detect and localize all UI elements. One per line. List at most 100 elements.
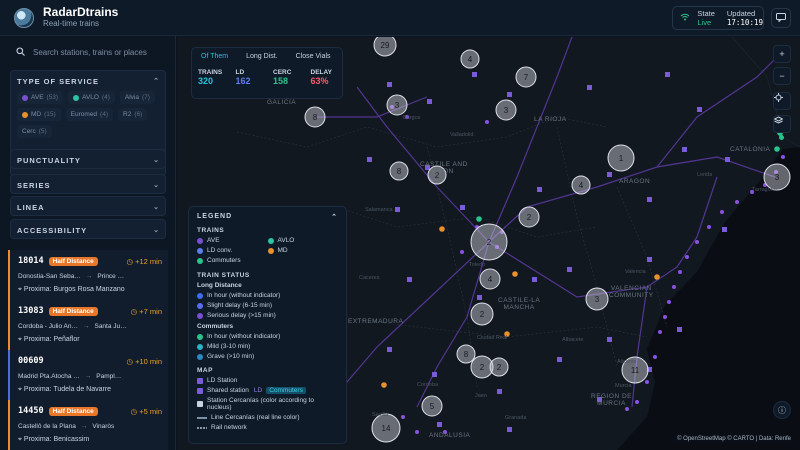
train-cluster[interactable]: 4 xyxy=(571,175,591,195)
clock-icon: ◷ xyxy=(130,406,138,416)
train-cluster[interactable]: 2 xyxy=(489,357,509,377)
rail-network-icon xyxy=(197,426,207,429)
stats-numbers: TRAINS 320 LD 162 CERC 158 DELAY 63% xyxy=(192,69,342,86)
region-label: ARAGON xyxy=(619,178,651,185)
legend-shared-station-label: Shared station xyxy=(207,387,249,394)
legend-item-label: AVE xyxy=(207,237,220,244)
city-label: Valladolid xyxy=(450,132,474,138)
arrow-right-icon: → xyxy=(85,273,93,280)
train-cluster[interactable]: 7 xyxy=(515,66,537,88)
train-cluster[interactable]: 1 xyxy=(607,144,635,172)
train-cluster[interactable]: 29 xyxy=(373,37,397,57)
legend-item-label: In hour (without indicator) xyxy=(207,333,281,340)
legend-color-dot xyxy=(197,292,203,299)
pin-icon: ⌖ xyxy=(18,286,22,293)
cluster-count: 2 xyxy=(487,238,492,247)
train-cluster[interactable]: 3 xyxy=(386,94,408,116)
train-cluster[interactable]: 14 xyxy=(371,413,401,443)
train-cluster[interactable]: 2 xyxy=(518,206,540,228)
train-cluster[interactable]: 5 xyxy=(421,395,443,417)
accessibility-filter[interactable]: ACCESSIBILITY ⌄ xyxy=(10,219,166,239)
next-stop-label: Proxima: Tudela de Navarre xyxy=(23,386,112,393)
train-cluster[interactable]: 2 xyxy=(470,223,508,261)
train-cluster[interactable]: 3 xyxy=(495,99,517,121)
map-view[interactable]: 29 4 7 3 8 3 1 8 2 4 2 2 4 2 3 2 11 8 2 14 5 3 GALICIA LA RIO… xyxy=(177,37,800,450)
service-chip[interactable]: R2 (6) xyxy=(118,108,148,121)
service-chip-label: AVLO xyxy=(82,94,99,101)
train-cluster[interactable]: 4 xyxy=(460,49,480,69)
service-chip[interactable]: AVE (53) xyxy=(17,91,64,104)
train-cluster[interactable]: 2 xyxy=(470,302,494,326)
arrow-right-icon: → xyxy=(80,423,88,430)
service-chip-label: AVE xyxy=(31,94,44,101)
station-square-icon xyxy=(197,387,203,394)
stat-delay: DELAY 63% xyxy=(305,69,343,86)
zoom-in-button[interactable]: + xyxy=(773,45,791,63)
linea-filter[interactable]: LINEA ⌄ xyxy=(10,196,166,216)
legend-long-distance-title: Long Distance xyxy=(197,282,242,289)
series-filter[interactable]: SERIES ⌄ xyxy=(10,174,166,194)
search-input[interactable]: Search stations, trains or places xyxy=(33,48,147,57)
message-button[interactable] xyxy=(771,8,791,28)
search-bar[interactable]: Search stations, trains or places xyxy=(8,42,168,62)
legend-item-label: LD conv. xyxy=(207,247,233,254)
series-title: SERIES xyxy=(17,180,51,190)
legend-commuters-title: Commuters xyxy=(197,323,234,330)
locate-button[interactable] xyxy=(773,92,791,110)
clock-icon: ◷ xyxy=(126,256,133,266)
legend-color-dot xyxy=(197,353,203,360)
live-status: State Live Updated 17:10:19 xyxy=(672,6,764,30)
legend-color-dot xyxy=(197,257,203,264)
tab-long-distance[interactable]: Long Dist. xyxy=(237,53,287,60)
legend-item-label: In hour (without indicator) xyxy=(207,292,281,299)
legend-color-dot xyxy=(267,247,274,254)
punctuality-filter[interactable]: PUNCTUALITY ⌄ xyxy=(10,149,166,169)
legend-color-dot xyxy=(197,343,203,350)
route-origin: Madrid Pta.Atocha … xyxy=(18,373,80,380)
train-cluster[interactable]: 3 xyxy=(585,287,609,311)
legend-item-label: AVLO xyxy=(277,237,295,244)
service-chip[interactable]: Alvia (7) xyxy=(119,91,155,104)
zoom-out-button[interactable]: − xyxy=(773,67,791,85)
plus-icon: + xyxy=(779,49,785,59)
chevron-down-icon: ⌄ xyxy=(153,204,159,211)
layers-button[interactable] xyxy=(773,115,791,133)
train-card[interactable]: 00609 ◷ +10 min Madrid Pta.Atocha … → Pampl…… xyxy=(8,350,168,400)
service-chip-count: (4) xyxy=(101,94,110,101)
service-chip-count: (5) xyxy=(38,128,47,135)
train-card[interactable]: 14450 Half Distance ◷ +5 min Castellô de la… xyxy=(8,400,168,450)
legend-item-label: Commuters xyxy=(207,257,241,264)
train-card[interactable]: 18014 Half Distance ◷ +12 min Donostia-San … xyxy=(8,250,168,300)
legend-line-cercanias: Line Cercanías (real line color) xyxy=(197,414,338,421)
train-card[interactable]: 13083 Half Distance ◷ +7 min Cordoba - Juli… xyxy=(8,300,168,350)
service-chip[interactable]: Euromed (4) xyxy=(65,108,113,121)
legend-item: Grave (>10 min) xyxy=(197,353,338,360)
cluster-count: 3 xyxy=(595,295,600,304)
updated-label: Updated xyxy=(726,9,756,18)
train-cluster[interactable]: 8 xyxy=(456,344,476,364)
arrow-right-icon: → xyxy=(82,323,90,330)
info-button[interactable]: ⓘ xyxy=(773,401,791,419)
service-chip-label: Cerc xyxy=(22,128,36,135)
type-of-service-header[interactable]: TYPE OF SERVICE ⌃ xyxy=(11,71,165,91)
service-chip[interactable]: AVLO (4) xyxy=(68,91,115,104)
map-attribution[interactable]: © OpenStreetMap © CARTO | Data: Renfe xyxy=(674,434,794,444)
cluster-count: 3 xyxy=(775,173,780,182)
service-chip-count: (7) xyxy=(142,94,150,101)
legend-item-label: Mild (3-10 min) xyxy=(207,343,251,350)
tab-of-them[interactable]: Of Them xyxy=(192,53,237,60)
search-icon xyxy=(16,46,25,58)
train-cluster[interactable]: 8 xyxy=(304,106,326,128)
tab-close-vials[interactable]: Close Vials xyxy=(287,53,340,60)
updated-block: Updated 17:10:19 xyxy=(727,9,763,27)
train-cluster[interactable]: 8 xyxy=(389,161,409,181)
region-label: LA RIOJA xyxy=(534,116,567,123)
train-cluster[interactable]: 4 xyxy=(479,268,501,290)
service-chip[interactable]: Cerc (5) xyxy=(17,125,52,138)
legend-status-title: TRAIN STATUS xyxy=(197,272,250,279)
legend-header[interactable]: LEGEND ⌃ xyxy=(197,213,338,221)
station-square-icon xyxy=(197,377,203,384)
service-chip-count: (53) xyxy=(46,94,59,101)
service-chip[interactable]: MD (15) xyxy=(17,108,61,121)
train-card-header: 18014 Half Distance ◷ +12 min xyxy=(18,256,162,266)
